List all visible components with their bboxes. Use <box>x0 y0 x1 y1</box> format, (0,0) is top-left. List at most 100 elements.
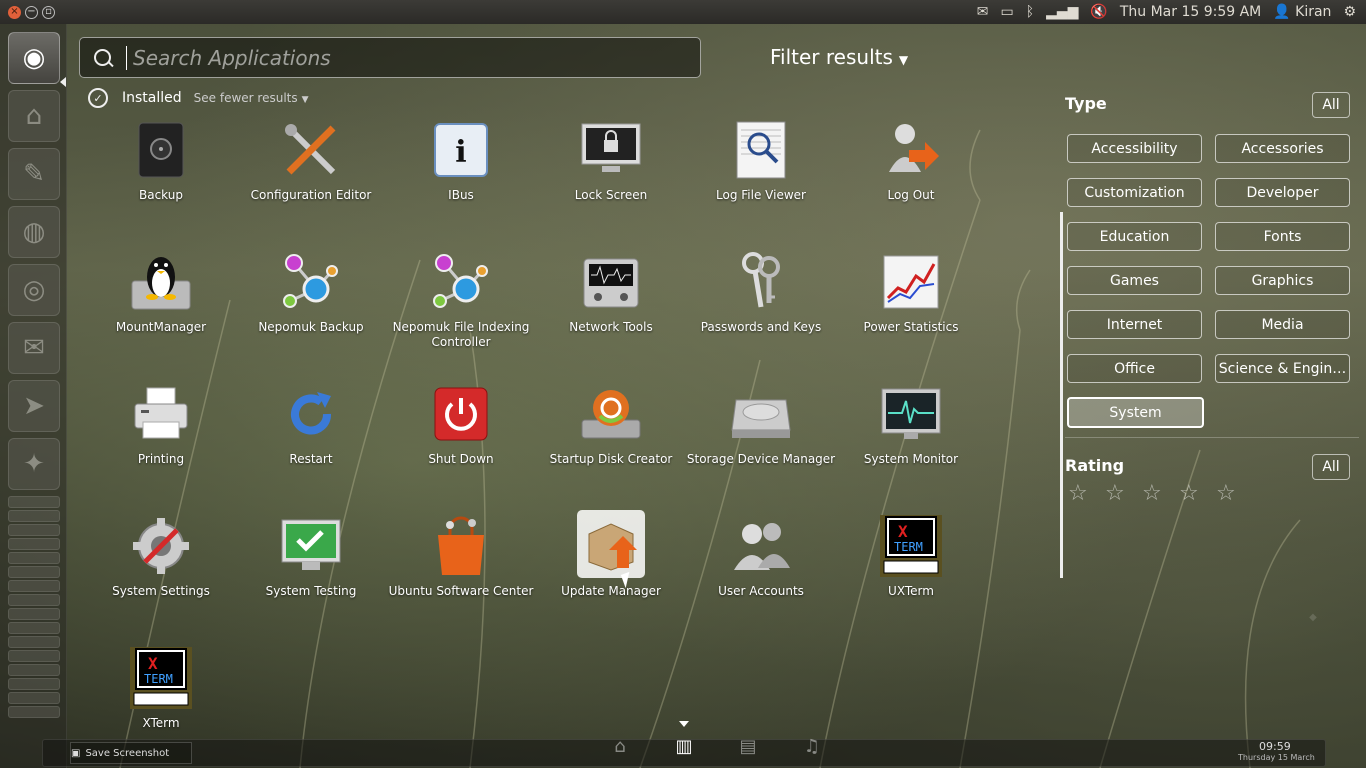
launcher-stacked-item[interactable] <box>8 580 60 592</box>
app-system-settings[interactable]: System Settings <box>86 514 236 599</box>
launcher-stacked-item[interactable] <box>8 664 60 676</box>
launcher-stacked-item[interactable] <box>8 524 60 536</box>
volume-muted-icon[interactable]: 🔇 <box>1090 4 1107 20</box>
app-ibus[interactable]: i IBus <box>386 118 536 203</box>
filter-type-fonts[interactable]: Fonts <box>1215 222 1350 251</box>
app-storage-device-manager[interactable]: Storage Device Manager <box>686 382 836 467</box>
session-gear-icon[interactable]: ⚙ <box>1343 4 1356 20</box>
search-icon <box>94 48 112 67</box>
launcher-text-editor[interactable]: ✎ <box>8 148 60 200</box>
window-maximize-button[interactable]: ▫ <box>42 5 55 19</box>
launcher-stacked-item[interactable] <box>8 650 60 662</box>
app-user-accounts[interactable]: User Accounts <box>686 514 836 599</box>
rating-star-icon[interactable]: ☆ <box>1105 481 1125 506</box>
type-all-button[interactable]: All <box>1312 92 1350 118</box>
filter-type-education[interactable]: Education <box>1067 222 1202 251</box>
window-close-button[interactable]: × <box>8 5 21 19</box>
network-signal-icon[interactable]: ▂▄▆ <box>1046 4 1078 20</box>
launcher-stacked-item[interactable] <box>8 538 60 550</box>
app-passwords-and-keys[interactable]: Passwords and Keys <box>686 250 836 335</box>
filter-type-customization[interactable]: Customization <box>1067 178 1202 207</box>
rating-star-icon[interactable]: ☆ <box>1179 481 1199 506</box>
launcher-stacked-item[interactable] <box>8 566 60 578</box>
home-lens-icon[interactable]: ⌂ <box>608 735 632 757</box>
filter-type-developer[interactable]: Developer <box>1215 178 1350 207</box>
filter-type-system[interactable]: System <box>1067 397 1204 428</box>
filter-type-graphics[interactable]: Graphics <box>1215 266 1350 295</box>
app-xterm[interactable]: X TERM XTerm <box>86 646 236 731</box>
app-configuration-editor[interactable]: Configuration Editor <box>236 118 386 203</box>
launcher-stacked-item[interactable] <box>8 706 60 718</box>
datetime-indicator[interactable]: Thu Mar 15 9:59 AM <box>1120 4 1261 20</box>
system-testing-icon <box>279 514 343 578</box>
app-update-manager[interactable]: Update Manager <box>536 510 686 599</box>
rating-star-icon[interactable]: ☆ <box>1068 481 1088 506</box>
svg-text:TERM: TERM <box>144 672 173 686</box>
app-nepomuk-file-indexing-controller[interactable]: Nepomuk File Indexing Controller <box>386 250 536 350</box>
launcher-stacked-item[interactable] <box>8 496 60 508</box>
launcher-stacked-item[interactable] <box>8 692 60 704</box>
search-input[interactable] <box>131 44 675 71</box>
app-ubuntu-software-center[interactable]: Ubuntu Software Center <box>386 514 536 599</box>
app-uxterm[interactable]: X TERM UXTerm <box>836 514 986 599</box>
app-restart[interactable]: Restart <box>236 382 386 467</box>
app-system-monitor[interactable]: System Monitor <box>836 382 986 467</box>
window-minimize-button[interactable]: − <box>25 5 38 19</box>
app-mountmanager[interactable]: MountManager <box>86 250 236 335</box>
music-lens-icon[interactable]: ♫ <box>800 735 824 757</box>
filter-results-toggle[interactable]: Filter results ▼ <box>770 45 908 69</box>
log-out-icon <box>879 118 943 182</box>
filter-type-accessories[interactable]: Accessories <box>1215 134 1350 163</box>
filter-type-internet[interactable]: Internet <box>1067 310 1202 339</box>
launcher-stacked-item[interactable] <box>8 594 60 606</box>
launcher-stacked-item[interactable] <box>8 678 60 690</box>
launcher-app[interactable]: ➤ <box>8 380 60 432</box>
mail-icon[interactable]: ✉ <box>977 4 989 20</box>
files-lens-icon[interactable]: ▤ <box>736 735 760 757</box>
launcher-thunderbird[interactable]: ✉ <box>8 322 60 374</box>
app-printing[interactable]: Printing <box>86 382 236 467</box>
app-log-out[interactable]: Log Out <box>836 118 986 203</box>
app-shut-down[interactable]: Shut Down <box>386 382 536 467</box>
app-lock-screen[interactable]: Lock Screen <box>536 118 686 203</box>
see-fewer-results-link[interactable]: See fewer results ▼ <box>194 91 309 105</box>
shutdown-icon <box>429 382 493 446</box>
applications-lens-icon[interactable]: ▥ <box>672 735 696 757</box>
app-power-statistics[interactable]: Power Statistics <box>836 250 986 335</box>
app-label: System Settings <box>112 584 210 598</box>
launcher-home-folder[interactable]: ⌂ <box>8 90 60 142</box>
rating-star-icon[interactable]: ☆ <box>1216 481 1236 506</box>
log-viewer-icon <box>729 118 793 182</box>
launcher-chrome[interactable]: ◎ <box>8 264 60 316</box>
app-label: Log File Viewer <box>716 188 806 202</box>
launcher-firefox[interactable]: ◍ <box>8 206 60 258</box>
filter-type-office[interactable]: Office <box>1067 354 1202 383</box>
dash-home-button[interactable]: ◉ <box>8 32 60 84</box>
power-statistics-icon <box>879 250 943 314</box>
bluetooth-icon[interactable]: ᛒ <box>1026 4 1034 20</box>
rating-all-button[interactable]: All <box>1312 454 1350 480</box>
app-backup[interactable]: Backup <box>86 118 236 203</box>
save-screenshot-button[interactable]: ▣ Save Screenshot <box>70 742 192 764</box>
launcher-stacked-item[interactable] <box>8 622 60 634</box>
filter-type-games[interactable]: Games <box>1067 266 1202 295</box>
battery-icon[interactable]: ▭ <box>1000 4 1013 20</box>
launcher-gimp[interactable]: ✦ <box>8 438 60 490</box>
app-system-testing[interactable]: System Testing <box>236 514 386 599</box>
app-nepomuk-backup[interactable]: Nepomuk Backup <box>236 250 386 335</box>
app-log-file-viewer[interactable]: Log File Viewer <box>686 118 836 203</box>
rating-star-icon[interactable]: ☆ <box>1142 481 1162 506</box>
launcher-stacked-item[interactable] <box>8 608 60 620</box>
app-startup-disk-creator[interactable]: Startup Disk Creator <box>536 382 686 467</box>
app-label: UXTerm <box>888 584 934 598</box>
launcher-stacked-item[interactable] <box>8 636 60 648</box>
filter-type-science-engineering[interactable]: Science & Engin… <box>1215 354 1350 383</box>
user-menu[interactable]: 👤 Kiran <box>1273 4 1331 20</box>
launcher-stacked-item[interactable] <box>8 510 60 522</box>
search-box[interactable] <box>79 37 701 78</box>
filter-type-accessibility[interactable]: Accessibility <box>1067 134 1202 163</box>
app-network-tools[interactable]: Network Tools <box>536 250 686 335</box>
launcher-stacked-item[interactable] <box>8 552 60 564</box>
system-monitor-icon <box>879 382 943 446</box>
filter-type-media[interactable]: Media <box>1215 310 1350 339</box>
